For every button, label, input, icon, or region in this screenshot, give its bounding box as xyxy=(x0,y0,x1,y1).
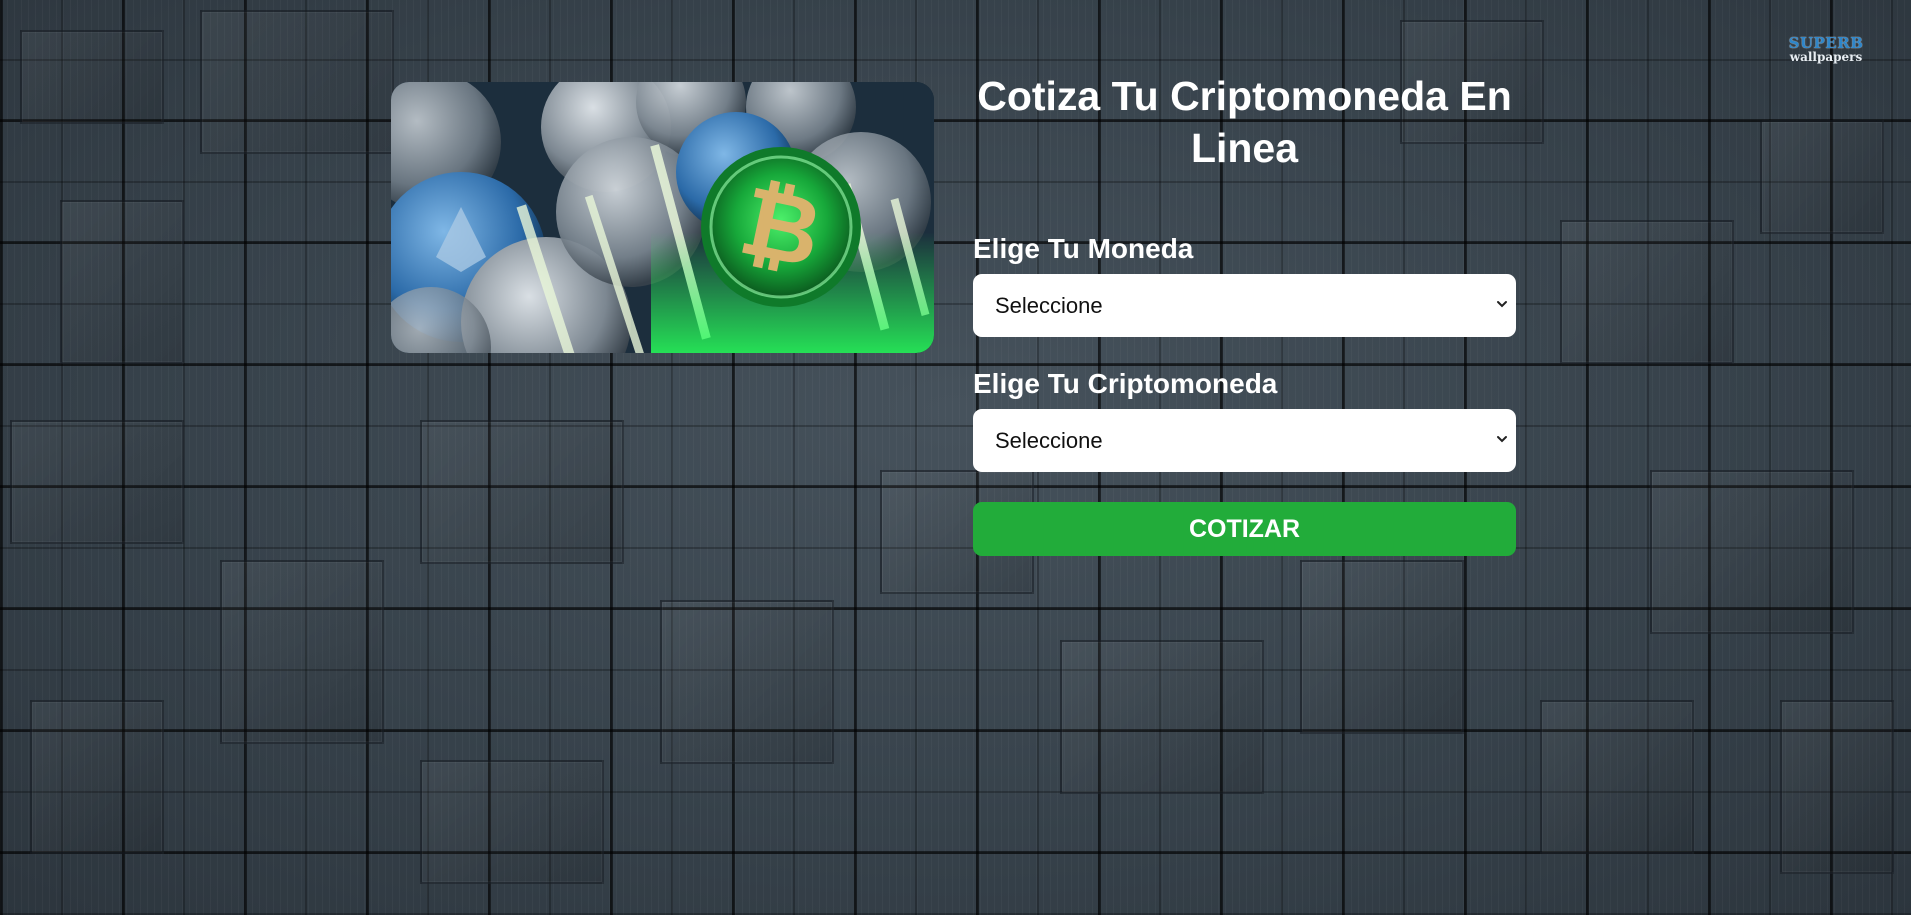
quote-form-panel: Cotiza Tu Criptomoneda En Linea Elige Tu… xyxy=(973,70,1516,556)
crypto-select-value: Seleccione xyxy=(995,427,1103,453)
currency-select-wrapper: Seleccione xyxy=(973,274,1516,337)
crypto-select[interactable]: Seleccione xyxy=(973,409,1516,472)
background-tiles xyxy=(0,0,1911,915)
crypto-hero-image: ₿ xyxy=(391,82,934,353)
watermark-line2: wallpapers xyxy=(1789,50,1863,64)
wallpaper-watermark-logo: SUPERB wallpapers xyxy=(1780,36,1872,68)
page-title: Cotiza Tu Criptomoneda En Linea xyxy=(977,73,1512,171)
currency-select[interactable]: Seleccione xyxy=(973,274,1516,337)
currency-select-value: Seleccione xyxy=(995,292,1103,318)
watermark-line1: SUPERB xyxy=(1788,34,1864,52)
bitcoin-coin-icon: ₿ xyxy=(391,82,934,353)
cotizar-button[interactable]: COTIZAR xyxy=(973,502,1516,556)
crypto-select-wrapper: Seleccione xyxy=(973,409,1516,472)
crypto-label: Elige Tu Criptomoneda xyxy=(973,368,1278,399)
currency-label: Elige Tu Moneda xyxy=(973,233,1194,264)
